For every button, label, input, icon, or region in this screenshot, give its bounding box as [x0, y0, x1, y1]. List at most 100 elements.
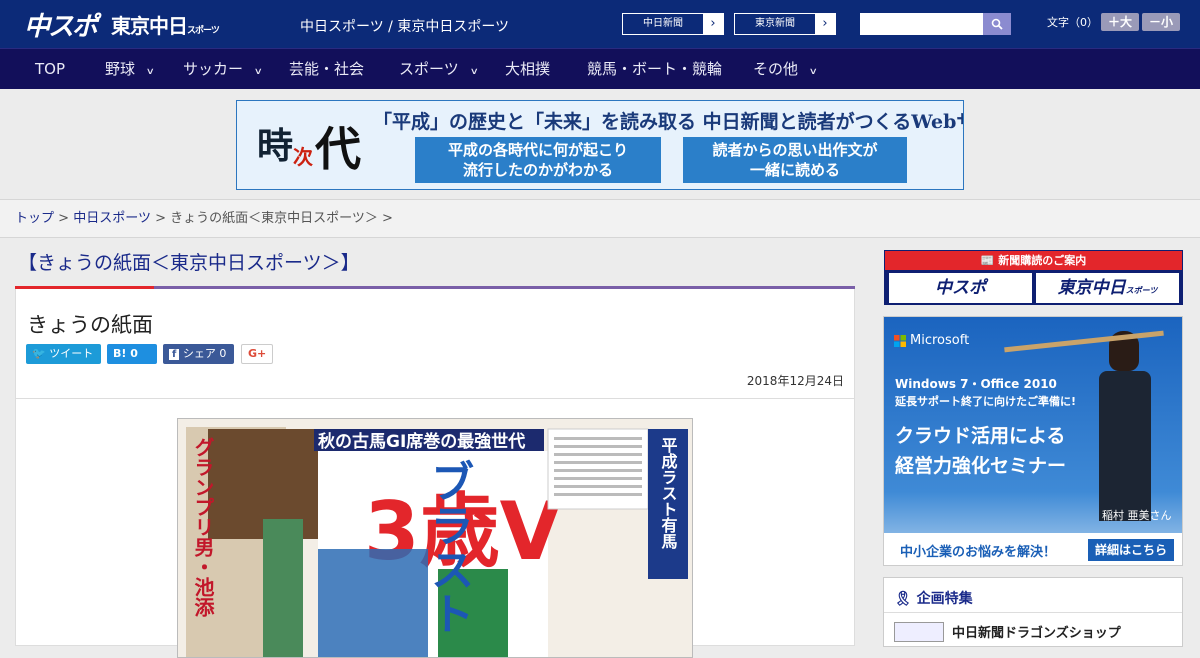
newspaper-front-page-image[interactable]: 秋の古馬GⅠ席巻の最強世代 3歳V ブラスト 平成ラスト有馬 グランプリ男・池添 — [177, 418, 693, 658]
paper-kicker: 秋の古馬GⅠ席巻の最強世代 — [318, 431, 525, 452]
tokyo-shimbun-link[interactable]: 東京新聞 › — [734, 13, 836, 35]
chevron-down-icon: ∨ — [145, 67, 155, 77]
search-button[interactable] — [983, 13, 1011, 35]
search-input[interactable] — [860, 13, 983, 35]
chunichi-shimbun-label: 中日新聞 — [623, 14, 703, 34]
twitter-icon: 🐦 — [32, 347, 46, 360]
divider — [16, 398, 854, 399]
feature-box: 🎗 企画特集 中日新聞ドラゴンズショップ — [883, 577, 1183, 647]
nav-label: スポーツ — [399, 60, 459, 78]
jidai-logo-char-2: 次 — [293, 145, 313, 169]
facebook-share-count: 0 — [219, 347, 227, 360]
nav-label: 大相撲 — [505, 60, 551, 78]
article-date: 2018年12月24日 — [746, 374, 844, 388]
banner-box-1-line: 流行したのかがわかる — [462, 161, 613, 179]
subscribe-tokyo-chunichi-button[interactable]: 東京中日スポーツ — [1036, 273, 1179, 303]
chevron-down-icon: ∨ — [469, 67, 479, 77]
facebook-share-button[interactable]: f シェア 0 — [163, 344, 234, 364]
tokyo-chunichi-logo[interactable]: 東京中日スポーツ — [111, 10, 220, 39]
microsoft-ad[interactable]: Microsoft Windows 7・Office 2010 延長サポート終了… — [883, 316, 1183, 566]
breadcrumb: トップ > 中日スポーツ > きょうの紙面＜東京中日スポーツ＞ > — [0, 199, 1200, 238]
chunichi-shimbun-link[interactable]: 中日新聞 › — [622, 13, 724, 35]
hatena-mark: B! — [113, 347, 127, 360]
ad-line-2: 延長サポート終了に向けたご準備に! — [895, 395, 1077, 408]
ad-line-1: Windows 7・Office 2010 — [895, 377, 1057, 391]
subscribe-chuspo-button[interactable]: 中スポ — [889, 273, 1032, 303]
jidai-logo-char-1: 時 — [257, 125, 294, 167]
ad-cta-button[interactable]: 詳細はこちら — [1088, 539, 1174, 561]
hatena-count: 0 — [130, 347, 138, 360]
tokyo-chunichi-logo-small: スポーツ — [187, 26, 220, 36]
banner-box-2: 読者からの思い出作文が 一緒に読める — [683, 137, 907, 183]
chuspo-logo[interactable]: 中スポ — [24, 6, 98, 43]
ad-brand-label: Microsoft — [910, 333, 970, 348]
tokyo-shimbun-label: 東京新聞 — [735, 14, 815, 34]
newspaper-icon: 📰 — [980, 254, 995, 267]
facebook-icon: f — [169, 349, 180, 360]
nav-sports[interactable]: スポーツ ∨ — [399, 49, 479, 90]
tweet-button[interactable]: 🐦 ツイート — [26, 344, 101, 364]
paper-side-title: グランプリ男・池添 — [191, 437, 215, 617]
site-links[interactable]: 中日スポーツ / 東京中日スポーツ — [300, 16, 509, 36]
feature-item-link[interactable]: 中日新聞ドラゴンズショップ — [952, 622, 1121, 641]
ad-cta-text: 中小企業のお悩みを解決！ — [900, 545, 1057, 560]
chevron-down-icon: ∨ — [808, 67, 818, 77]
page-title: 【きょうの紙面＜東京中日スポーツ＞】 — [18, 252, 360, 274]
subscription-header: 📰 新聞購読のご案内 — [885, 251, 1182, 270]
facebook-share-label: シェア — [182, 347, 216, 360]
nav-top[interactable]: TOP — [35, 49, 65, 90]
subscription-header-label: 新聞購読のご案内 — [998, 254, 1087, 267]
google-plus-button[interactable]: G+ — [241, 344, 273, 364]
feature-title-label: 企画特集 — [916, 591, 973, 607]
banner-box-1: 平成の各時代に何が起こり 流行したのかがわかる — [415, 137, 661, 183]
tokyo-chunichi-logo-text: 東京中日 — [111, 14, 188, 38]
nav-sumo[interactable]: 大相撲 — [505, 49, 550, 90]
nav-label: TOP — [35, 60, 66, 78]
nav-label: サッカー — [183, 60, 244, 78]
nav-racing[interactable]: 競馬・ボート・競輪 — [587, 49, 722, 90]
jidai-banner[interactable]: 時 次 代 「平成」の歴史と「未来」を読み取る 中日新聞と読者がつくるWebサイ… — [236, 100, 964, 190]
paper-main-headline: ブラスト — [423, 459, 474, 635]
ad-brand: Microsoft — [894, 333, 969, 348]
nav-baseball[interactable]: 野球 ∨ — [105, 49, 155, 90]
jidai-logo: 時 次 代 — [245, 107, 375, 185]
newspaper-illustration: 秋の古馬GⅠ席巻の最強世代 3歳V ブラスト 平成ラスト有馬 グランプリ男・池添 — [178, 419, 692, 657]
top-header: 中スポ 東京中日スポーツ 中日スポーツ / 東京中日スポーツ 中日新聞 › 東京… — [0, 0, 1200, 48]
subscription-box: 📰 新聞購読のご案内 中スポ 東京中日スポーツ — [884, 250, 1183, 305]
divider — [884, 612, 1182, 613]
card-accent-bar — [15, 286, 855, 289]
search-box — [860, 13, 1011, 35]
font-size-label: 文字（0） — [1047, 16, 1098, 29]
jidai-logo-char-3: 代 — [315, 122, 361, 176]
article-title: きょうの紙面 — [27, 313, 153, 337]
font-smaller-button[interactable]: －小 — [1142, 13, 1180, 31]
main-nav: TOP 野球 ∨ サッカー ∨ 芸能・社会 スポーツ ∨ 大相撲 競馬・ボート・競輪 … — [0, 48, 1200, 89]
nav-entertainment[interactable]: 芸能・社会 — [289, 49, 364, 90]
breadcrumb-home[interactable]: トップ — [15, 211, 54, 226]
feature-title: 🎗 企画特集 — [894, 588, 973, 608]
banner-box-1-line: 平成の各時代に何が起こり — [447, 141, 628, 159]
banner-headline: 「平成」の歴史と「未来」を読み取る 中日新聞と読者がつくるWebサイト — [373, 111, 964, 133]
breadcrumb-current: きょうの紙面＜東京中日スポーツ＞ — [170, 211, 378, 226]
paper-right-title: 平成ラスト有馬 — [659, 437, 678, 550]
hatena-button[interactable]: B! 0 — [107, 344, 157, 364]
microsoft-logo-icon — [894, 334, 906, 347]
chevron-right-icon: › — [815, 14, 835, 34]
article-card: きょうの紙面 🐦 ツイート B! 0 f シェア 0 G+ 2018年12月24… — [15, 286, 855, 658]
feature-thumbnail[interactable] — [894, 622, 944, 642]
ad-title-2: 経営力強化セミナー — [895, 455, 1067, 477]
breadcrumb-section[interactable]: 中日スポーツ — [73, 211, 151, 226]
ad-title-1: クラウド活用による — [895, 425, 1066, 447]
subscribe-tokyo-small: スポーツ — [1125, 286, 1158, 295]
nav-soccer[interactable]: サッカー ∨ — [183, 49, 263, 90]
tweet-label: ツイート — [49, 347, 94, 360]
nav-label: 競馬・ボート・競輪 — [587, 60, 723, 78]
ad-cta-bar: 中小企業のお悩みを解決！ 詳細はこちら — [884, 533, 1182, 565]
nav-other[interactable]: その他 ∨ — [753, 49, 818, 90]
banner-box-2-line: 一緒に読める — [749, 161, 840, 179]
nav-label: その他 — [753, 60, 799, 78]
font-bigger-button[interactable]: ＋大 — [1101, 13, 1139, 31]
subscribe-tokyo-label: 東京中日 — [1057, 278, 1126, 298]
card-accent-red — [15, 286, 154, 289]
search-icon — [991, 18, 1003, 30]
